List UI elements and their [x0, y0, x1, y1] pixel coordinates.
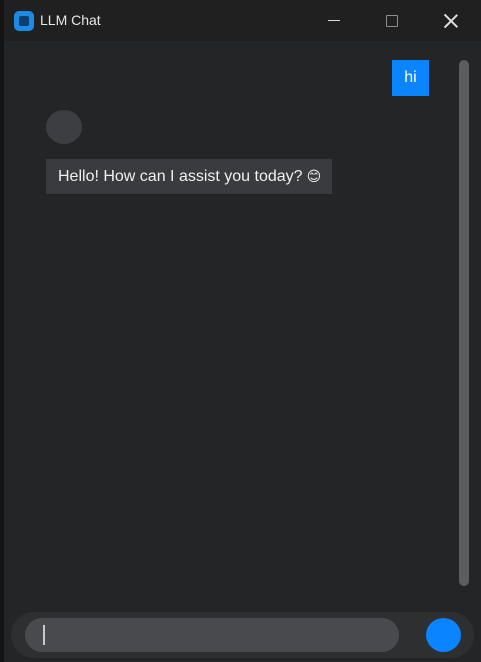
minimize-icon [328, 20, 340, 21]
smile-emoji-icon: 😊 [306, 168, 322, 184]
maximize-icon [386, 14, 398, 27]
composer-bar [11, 612, 474, 658]
window-title: LLM Chat [40, 12, 101, 28]
chat-message-list[interactable]: hi Hello! How can I assist you today? 😊 [4, 41, 481, 604]
maximize-button[interactable] [369, 0, 415, 41]
title-bar[interactable]: LLM Chat [4, 0, 481, 41]
user-message-bubble: hi [392, 60, 429, 96]
chat-scrollbar[interactable] [459, 60, 469, 586]
send-button[interactable] [426, 618, 461, 652]
assistant-message-text: Hello! How can I assist you today? [58, 167, 303, 185]
app-icon [14, 11, 34, 31]
minimize-button[interactable] [311, 0, 357, 41]
text-caret [43, 625, 45, 645]
user-message-text: hi [404, 69, 417, 86]
close-icon [444, 14, 458, 28]
assistant-message-bubble: Hello! How can I assist you today? 😊 [46, 159, 332, 194]
close-button[interactable] [428, 0, 474, 41]
app-window: LLM Chat hi Hello! How can I assist you … [4, 0, 481, 662]
message-input[interactable] [25, 618, 399, 652]
assistant-avatar [46, 110, 82, 144]
